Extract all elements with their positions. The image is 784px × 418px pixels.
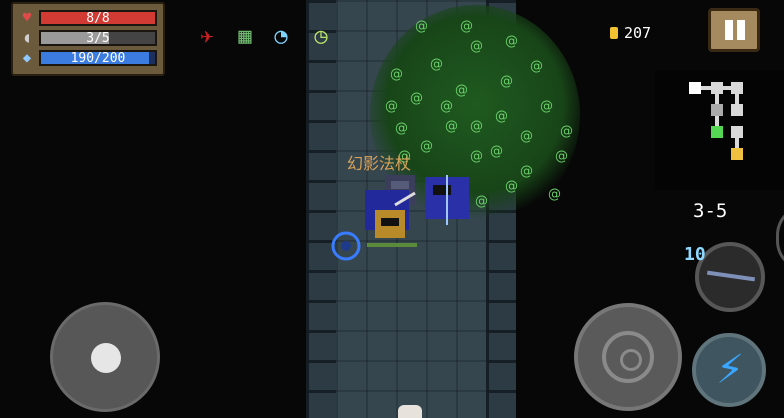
coin-icon [610, 27, 618, 39]
grass-swirl: @ [540, 99, 553, 114]
energy-text: 190/200 [70, 51, 126, 66]
weapon-energy-cost: 10 [684, 244, 706, 265]
hp-bar: 8/8 [39, 10, 157, 26]
minimap [655, 70, 784, 190]
grass-swirl: @ [440, 99, 453, 114]
grass-swirl: @ [548, 187, 561, 202]
crosshair-icon [602, 331, 654, 383]
grass-swirl: @ [505, 34, 518, 49]
hp-text: 8/8 [86, 11, 110, 26]
grass-swirl: @ [470, 149, 483, 164]
grass-swirl: @ [520, 164, 533, 179]
lightning-icon: ⚡ [716, 347, 745, 393]
chest-edge [398, 405, 422, 418]
attack-button[interactable] [574, 303, 682, 411]
extra-button-edge[interactable] [776, 205, 784, 271]
armor-bar: 3/5 [39, 30, 157, 46]
grass-swirl: @ [455, 83, 468, 98]
grass-swirl: @ [470, 39, 483, 54]
grass-swirl: @ [470, 119, 483, 134]
grass-swirl: @ [415, 19, 428, 34]
coin-count: 207 [624, 24, 652, 42]
joystick-knob[interactable] [91, 343, 121, 373]
grass-swirl: @ [410, 91, 423, 106]
minimap-current-room [689, 82, 701, 94]
grass-swirl: @ [560, 124, 573, 139]
energy-icon: ◆ [22, 50, 32, 66]
grass-swirl: @ [495, 109, 508, 124]
battle-sprites [365, 175, 469, 247]
pause-button[interactable] [708, 8, 760, 52]
grass-swirl: @ [445, 119, 458, 134]
clock-buff-icon: ◷ [314, 24, 328, 49]
status-panel: ♥ 8/8 ◖ 3/5 ◆ 190/200 [11, 2, 165, 76]
grass-swirl: @ [530, 59, 543, 74]
minimap-shop-room [731, 148, 743, 160]
grass-swirl: @ [390, 67, 403, 82]
skill-button[interactable]: ⚡ [692, 333, 766, 407]
heart-icon: ♥ [22, 10, 32, 26]
grass-swirl: @ [385, 99, 398, 114]
shield-icon: ◖ [22, 30, 32, 46]
minimap-room [711, 104, 723, 116]
move-joystick[interactable] [50, 302, 160, 412]
grass-swirl: @ [430, 57, 443, 72]
floor-level: 3-5 [693, 200, 728, 222]
minimap-room [731, 104, 743, 116]
grass-swirl: @ [555, 149, 568, 164]
coin-counter: 207 [610, 24, 651, 42]
grass-swirl: @ [520, 129, 533, 144]
rocket-buff-icon: ✈ [200, 24, 214, 49]
aim-target-icon [331, 231, 361, 261]
grass-swirl: @ [505, 179, 518, 194]
grass-swirl: @ [460, 19, 473, 34]
minimap-start-room [711, 126, 723, 138]
energy-bar: 190/200 [39, 50, 157, 66]
grass-swirl: @ [420, 139, 433, 154]
armor-text: 3/5 [86, 31, 110, 46]
minimap-room [711, 82, 723, 94]
staff-icon [706, 270, 756, 282]
grass-swirl: @ [490, 144, 503, 159]
left-wall [306, 0, 336, 418]
minimap-room [731, 82, 743, 94]
speed-buff-icon: ◔ [274, 24, 288, 49]
minimap-room [731, 126, 743, 138]
grass-swirl: @ [500, 74, 513, 89]
grass-swirl: @ [395, 121, 408, 136]
maze-buff-icon: ▦ [238, 24, 252, 49]
